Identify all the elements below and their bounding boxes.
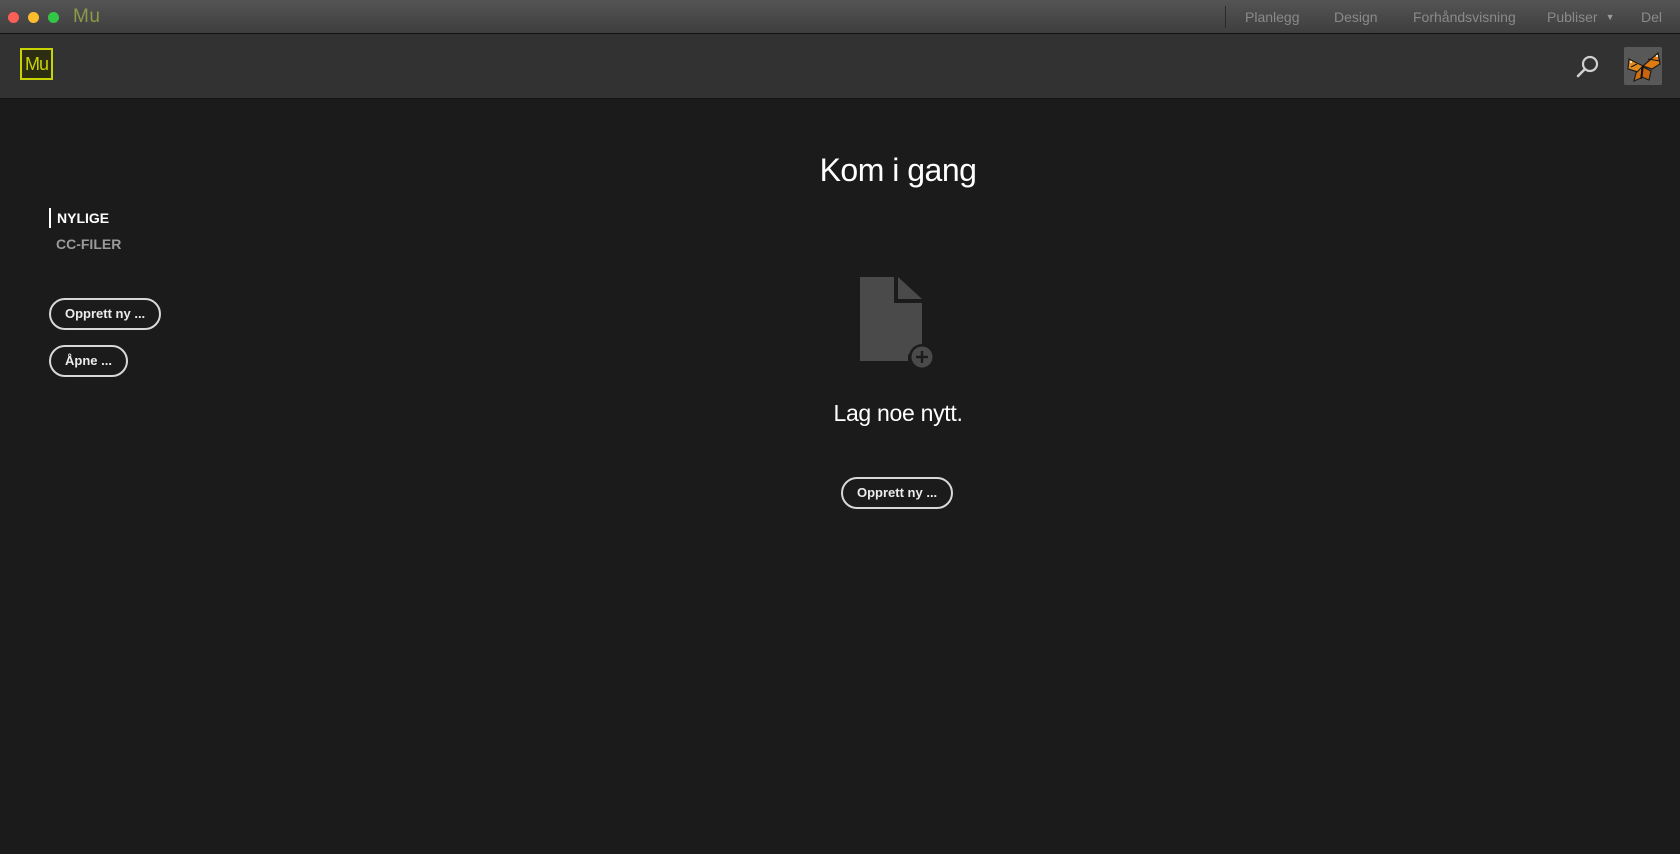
tab-publiser-label: Publiser bbox=[1547, 9, 1598, 25]
create-new-button[interactable]: Opprett ny ... bbox=[49, 298, 162, 330]
tab-del[interactable]: Del bbox=[1641, 9, 1662, 25]
window-titlebar: Mu Planlegg Design Forhåndsvisning Publi… bbox=[0, 0, 1680, 34]
sidebar-item-cc-filer[interactable]: CC-FILER bbox=[49, 234, 121, 254]
minimize-window-icon[interactable] bbox=[28, 12, 39, 23]
close-window-icon[interactable] bbox=[8, 12, 19, 23]
tab-publiser[interactable]: Publiser ▼ bbox=[1547, 9, 1615, 25]
app-header: Mu bbox=[0, 34, 1680, 99]
page-title: Kom i gang bbox=[819, 152, 977, 188]
chevron-down-icon: ▼ bbox=[1605, 12, 1615, 22]
butterfly-avatar-icon bbox=[1624, 47, 1662, 85]
app-name: Mu bbox=[73, 6, 101, 27]
search-icon[interactable] bbox=[1575, 54, 1601, 80]
titlebar-divider bbox=[1225, 6, 1226, 28]
maximize-window-icon[interactable] bbox=[48, 12, 59, 23]
create-something-new-text: Lag noe nytt. bbox=[833, 400, 963, 426]
open-button[interactable]: Åpne ... bbox=[49, 345, 128, 377]
tab-design[interactable]: Design bbox=[1334, 9, 1378, 25]
new-document-icon bbox=[858, 275, 938, 371]
sidebar-item-nylige[interactable]: NYLIGE bbox=[49, 208, 121, 228]
muse-logo: Mu bbox=[20, 48, 53, 80]
sidebar-nav: NYLIGE CC-FILER bbox=[49, 208, 121, 260]
tab-forhandsvisning[interactable]: Forhåndsvisning bbox=[1413, 9, 1516, 25]
user-avatar[interactable] bbox=[1624, 47, 1662, 85]
tab-planlegg[interactable]: Planlegg bbox=[1245, 9, 1300, 25]
main-create-new-button[interactable]: Opprett ny ... bbox=[841, 477, 954, 509]
